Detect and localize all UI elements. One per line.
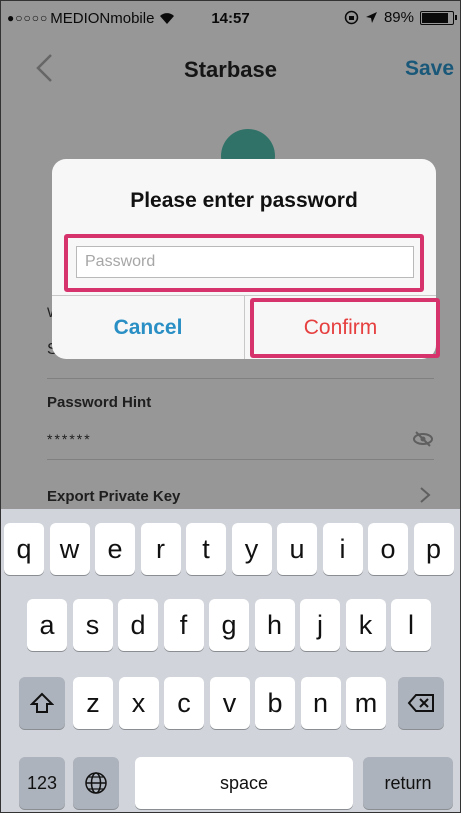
key-m[interactable]: m [346,677,386,729]
keyboard: qwertyuiop asdfghjkl zxcvbnm 123 space r… [1,509,460,812]
dialog-title: Please enter password [130,189,358,212]
key-c[interactable]: c [164,677,204,729]
key-k[interactable]: k [345,599,386,651]
key-h[interactable]: h [254,599,295,651]
globe-icon [85,772,107,794]
space-key[interactable]: space [135,757,353,809]
key-g[interactable]: g [209,599,249,651]
shift-arrow-icon [30,692,54,713]
key-v[interactable]: v [209,677,250,729]
key-p[interactable]: p [413,523,454,575]
key-i[interactable]: i [322,523,363,575]
key-f[interactable]: f [163,599,204,651]
password-dialog: Please enter password Cancel Confirm [52,159,436,359]
globe-key[interactable] [73,757,119,809]
return-key[interactable]: return [363,757,453,809]
key-r[interactable]: r [140,523,181,575]
key-a[interactable]: a [27,599,67,651]
shift-key[interactable] [19,677,65,729]
key-x[interactable]: x [118,677,159,729]
key-o[interactable]: o [368,523,408,575]
key-l[interactable]: l [391,599,431,651]
key-q[interactable]: q [4,523,44,575]
delete-key[interactable] [398,677,444,729]
key-n[interactable]: n [300,677,341,729]
key-y[interactable]: y [231,523,272,575]
key-z[interactable]: z [73,677,113,729]
cancel-button[interactable]: Cancel [52,296,244,359]
key-t[interactable]: t [186,523,226,575]
key-d[interactable]: d [118,599,158,651]
password-input[interactable] [76,246,414,278]
phone-screen: ●○○○○ MEDIONmobile 14:57 89% Starbase Sa… [0,0,461,813]
key-w[interactable]: w [49,523,90,575]
key-j[interactable]: j [300,599,340,651]
key-s[interactable]: s [72,599,113,651]
key-u[interactable]: u [277,523,317,575]
key-e[interactable]: e [95,523,135,575]
confirm-button[interactable]: Confirm [245,296,436,359]
numbers-key[interactable]: 123 [19,757,65,809]
backspace-icon [407,694,434,712]
key-b[interactable]: b [255,677,295,729]
